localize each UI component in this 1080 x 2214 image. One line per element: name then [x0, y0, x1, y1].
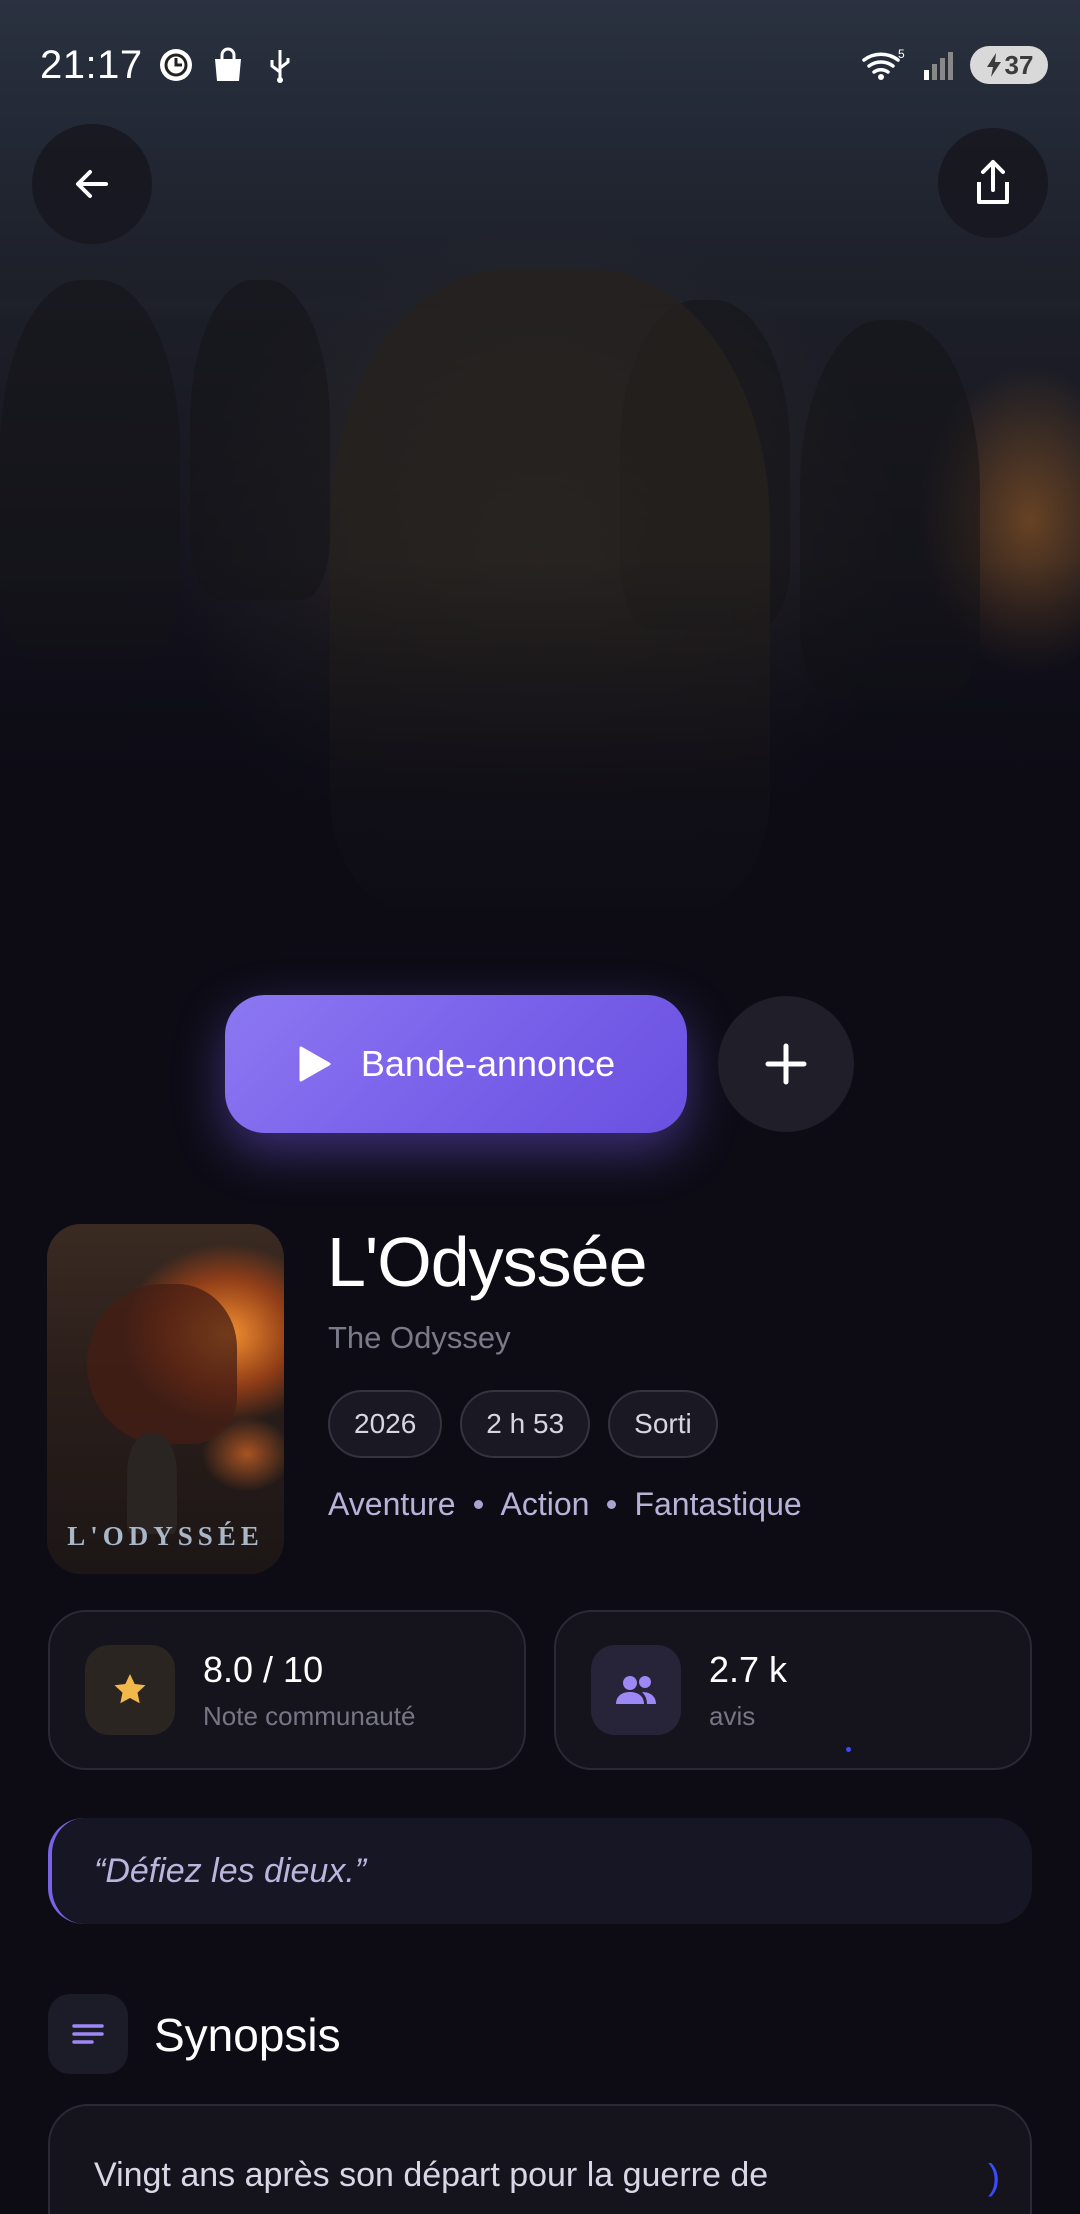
- world-clock-icon: [157, 46, 195, 84]
- status-bar: 21:17 5 37: [0, 0, 1080, 130]
- star-icon: [85, 1645, 175, 1735]
- original-title: The Odyssey: [328, 1320, 511, 1355]
- battery-indicator: 37: [970, 46, 1048, 84]
- trailer-button-label: Bande-annonce: [360, 1043, 616, 1084]
- separator-dot: [607, 1500, 617, 1509]
- arrow-left-icon: [76, 170, 108, 198]
- synopsis-text: Vingt ans après son départ pour la guerr…: [94, 2156, 769, 2194]
- plus-icon: [765, 1043, 807, 1085]
- separator-dot: [473, 1500, 483, 1509]
- info-chips: 2026 2 h 53 Sorti: [328, 1390, 718, 1458]
- reviews-label: avis: [709, 1700, 756, 1731]
- battery-level: 37: [1004, 49, 1034, 80]
- poster-title-text: L'ODYSSÉE: [67, 1521, 264, 1551]
- usb-icon: [261, 46, 299, 84]
- rating-card: 8.0 / 10 Note communauté: [48, 1610, 526, 1770]
- rating-label: Note communauté: [203, 1700, 416, 1731]
- shopping-bag-icon: [209, 46, 247, 84]
- tagline: “Défiez les dieux.”: [48, 1818, 1032, 1924]
- status-time: 21:17: [40, 42, 143, 87]
- loading-dot: [846, 1747, 851, 1752]
- trailer-button[interactable]: Bande-annonce: [225, 995, 687, 1133]
- reviews-card: 2.7 k avis: [554, 1610, 1032, 1770]
- genre-item: Fantastique: [634, 1486, 802, 1522]
- genre-item: Aventure: [328, 1486, 456, 1522]
- share-icon: [977, 160, 1009, 204]
- movie-title: L'Odyssée: [327, 1223, 648, 1301]
- hero-backdrop: [0, 0, 1080, 1000]
- signal-icon: [920, 46, 958, 84]
- genre-item: Action: [500, 1486, 590, 1522]
- movie-poster[interactable]: L'ODYSSÉE: [47, 1224, 284, 1574]
- genre-list: Aventure Action Fantastique: [328, 1486, 802, 1523]
- wifi-badge: 5: [898, 47, 905, 61]
- chip-year: 2026: [328, 1390, 443, 1458]
- play-icon: [299, 1046, 331, 1082]
- wifi-icon: 5: [860, 46, 908, 84]
- back-button[interactable]: [32, 124, 152, 244]
- hero-fade: [0, 560, 1080, 1000]
- loading-indicator: ): [988, 2156, 1000, 2197]
- share-button[interactable]: [938, 128, 1048, 238]
- backdrop-soldier: [190, 280, 330, 600]
- chip-status: Sorti: [608, 1390, 718, 1458]
- synopsis-heading: Synopsis: [154, 2009, 341, 2061]
- notes-icon: [48, 1994, 128, 2074]
- poster-horse-shape: [87, 1284, 237, 1444]
- synopsis-card[interactable]: Vingt ans après son départ pour la guerr…: [48, 2104, 1032, 2214]
- chip-runtime: 2 h 53: [460, 1390, 591, 1458]
- reviews-value: 2.7 k: [709, 1648, 788, 1690]
- add-to-list-button[interactable]: [718, 996, 854, 1132]
- people-icon: [591, 1645, 681, 1735]
- poster-warrior-shape: [127, 1434, 177, 1534]
- rating-value: 8.0 / 10: [203, 1648, 324, 1690]
- charging-bolt-icon: [986, 53, 1001, 77]
